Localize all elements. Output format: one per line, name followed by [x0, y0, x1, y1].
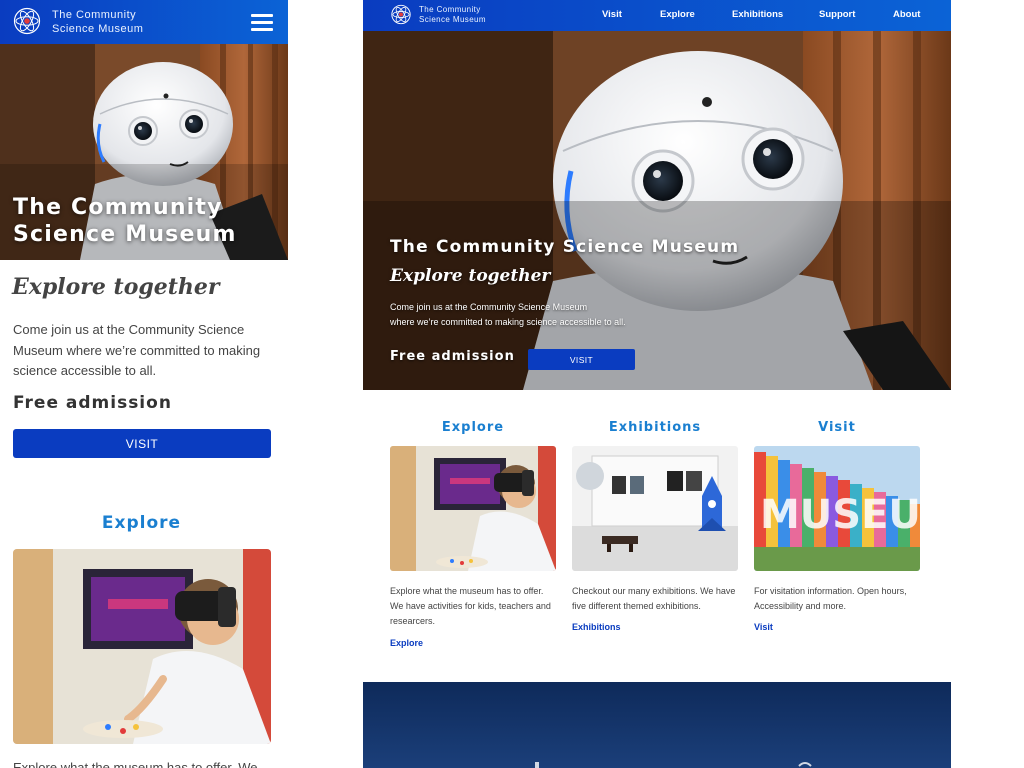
desktop-intro-line1: Come join us at the Community Science Mu…: [390, 302, 588, 312]
mobile-explore-heading: Explore: [101, 513, 182, 533]
mobile-explore-text: Explore what the museum has to offer. We: [13, 760, 258, 768]
card-text-exhibitions: Checkout our many exhibitions. We have f…: [572, 586, 736, 611]
nav-exhibitions[interactable]: Exhibitions: [732, 9, 783, 20]
card-link-exhibitions[interactable]: Exhibitions: [572, 622, 621, 632]
atom-logo-icon[interactable]: [12, 7, 42, 35]
mobile-header: The Community Science Museum: [0, 0, 288, 44]
desktop-hero-title: The Community Science Museum: [390, 237, 740, 257]
card-heading-visit: Visit: [818, 420, 856, 435]
site-name-line2: Science Museum: [419, 15, 486, 24]
desktop-visit-button[interactable]: VISIT: [528, 349, 635, 370]
mobile-hero: The Community Science Museum: [0, 44, 288, 260]
card-heading-exhibitions: Exhibitions: [608, 420, 702, 435]
card-link-visit[interactable]: Visit: [754, 622, 773, 632]
desktop-free-admission: Free admission: [390, 349, 515, 364]
hamburger-menu-icon[interactable]: [251, 12, 273, 32]
mobile-tagline: Explore together: [12, 274, 220, 300]
desktop-intro-line2: where we’re committed to making science …: [390, 317, 626, 327]
mobile-intro-text: Come join us at the Community Science Mu…: [13, 322, 261, 378]
mobile-visit-button[interactable]: VISIT: [13, 429, 271, 458]
nav-explore[interactable]: Explore: [660, 9, 695, 20]
desktop-tagline: Explore together: [390, 266, 551, 286]
vr-explore-image[interactable]: [390, 446, 556, 571]
bottom-sky-banner: [363, 682, 951, 768]
card-heading-explore: Explore: [441, 420, 505, 435]
site-name-line2: Science Museum: [52, 23, 144, 35]
nav-about[interactable]: About: [893, 9, 920, 20]
desktop-hero: The Community Science Museum Explore tog…: [363, 31, 951, 390]
nav-visit[interactable]: Visit: [602, 9, 622, 20]
card-text-visit: For visitation information. Open hours, …: [754, 586, 907, 611]
mobile-hero-title: The Community Science Museum: [13, 195, 237, 247]
site-name-line1: The Community: [419, 5, 481, 14]
site-name-line1: The Community: [52, 9, 137, 21]
exhibition-hall-image[interactable]: [572, 446, 738, 571]
mobile-free-admission: Free admission: [13, 393, 172, 413]
desktop-header: The Community Science Museum Visit Explo…: [363, 0, 951, 31]
robot-hero-image: [363, 31, 951, 390]
site-name[interactable]: The Community Science Museum: [419, 5, 486, 25]
museum-sign-text: MUSEUM: [760, 492, 920, 538]
mobile-view: The Community Science Museum The Communi…: [0, 0, 288, 768]
vr-explore-image[interactable]: [13, 549, 271, 744]
site-name[interactable]: The Community Science Museum: [52, 8, 143, 36]
card-text-explore: Explore what the museum has to offer. We…: [390, 586, 551, 626]
museum-sign-image[interactable]: MUSEUM: [754, 446, 920, 571]
desktop-intro-text: Come join us at the Community Science Mu…: [390, 300, 690, 330]
desktop-view: The Community Science Museum Visit Explo…: [363, 0, 951, 768]
card-link-explore[interactable]: Explore: [390, 638, 423, 648]
nav-support[interactable]: Support: [819, 9, 855, 20]
atom-logo-icon[interactable]: [390, 4, 412, 25]
